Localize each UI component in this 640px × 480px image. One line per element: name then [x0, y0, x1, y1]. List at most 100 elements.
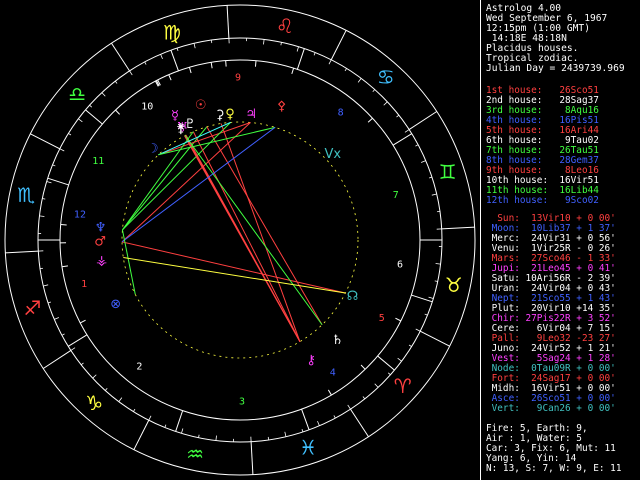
aspect-line — [121, 126, 276, 243]
degree-tick — [424, 313, 428, 316]
info-panel: Astrolog 4.00 Wed September 6, 1967 12:15p… — [480, 0, 640, 480]
degree-tick — [39, 215, 45, 217]
planet-row: Vert: 9Can26 + 0 00' — [486, 403, 616, 414]
degree-tick — [198, 434, 200, 438]
house-number: 6 — [397, 260, 403, 271]
sign-boundary — [441, 226, 475, 230]
degree-tick — [47, 301, 52, 304]
aspect-line — [121, 241, 346, 294]
planet-tick — [360, 364, 366, 370]
zodiac-sign-icon: ♊ — [439, 160, 457, 184]
house-number: 3 — [239, 396, 245, 407]
house-cusp-line — [175, 410, 184, 432]
degree-tick — [415, 144, 419, 147]
sign-boundary — [111, 42, 130, 72]
planet-icon: Vx — [324, 147, 341, 162]
chart-wheel: ♈♉♊♋♌♍♎♏♐♑♒ ♓ 123456789101112 ☉☽☿ ♀♂♃♄♅♆♇⚷… — [4, 4, 476, 476]
degree-tick — [317, 420, 320, 426]
house-row: 12th house: 9Sco02 — [486, 195, 599, 206]
planet-icon: ⚳ — [215, 108, 225, 123]
degree-tick — [374, 383, 379, 388]
house-cusp-line — [47, 177, 69, 186]
house-cusp-line — [85, 109, 103, 125]
degree-tick — [428, 296, 434, 299]
planet-tick — [210, 62, 213, 69]
sign-boundary — [226, 5, 230, 39]
house-cusp-line — [377, 355, 395, 371]
degree-tick — [42, 198, 46, 200]
planet-icon: ☉ — [195, 98, 207, 113]
zodiac-sign-icon: ♏ — [17, 183, 35, 207]
planet-tick — [168, 74, 172, 81]
degree-tick — [43, 284, 49, 287]
sign-boundary — [133, 419, 150, 450]
planet-tick — [254, 60, 257, 67]
zodiac-sign-icon: ♐ — [23, 296, 41, 320]
sign-boundary — [5, 250, 39, 254]
planet-tick — [188, 67, 192, 74]
degree-tick — [397, 357, 402, 362]
degree-tick — [215, 435, 217, 441]
planet-icon: ♀ — [225, 107, 235, 122]
planet-tick — [395, 317, 402, 322]
degree-tick — [435, 263, 441, 265]
sign-boundary — [330, 30, 347, 61]
sign-boundary — [250, 441, 254, 475]
degree-tick — [68, 133, 72, 136]
house-cusp-line — [296, 48, 305, 70]
degree-tick — [328, 59, 332, 65]
planet-icon: ♆ — [95, 220, 107, 235]
degree-tick — [92, 374, 97, 379]
degree-tick — [387, 372, 391, 376]
planet-icon: ⚶ — [96, 253, 107, 268]
planet-tick — [327, 389, 332, 396]
planet-tick — [115, 109, 120, 115]
wheel-ring — [59, 59, 421, 421]
degree-tick — [415, 328, 421, 332]
aspect-line — [158, 121, 251, 156]
degree-tick — [52, 164, 56, 167]
house-number: 4 — [330, 367, 336, 378]
zodiac-sign-icon: ♋ — [377, 65, 395, 89]
degree-tick — [61, 333, 65, 336]
degree-tick — [408, 344, 412, 347]
house-number: 7 — [393, 190, 399, 201]
aspect-line — [123, 257, 346, 294]
degree-tick — [344, 68, 347, 72]
zodiac-sign-icon: ♒ — [186, 442, 204, 466]
degree-tick — [193, 43, 196, 49]
degree-tick — [104, 387, 108, 391]
zodiac-sign-icon: ♈ — [394, 374, 412, 398]
degree-tick — [148, 415, 152, 421]
house-cusp-line — [68, 334, 88, 347]
planet-icon: ⚴ — [277, 99, 287, 114]
house-number: 5 — [379, 313, 385, 324]
house-cusp-line — [301, 408, 310, 430]
planet-icon: ♃ — [245, 107, 257, 122]
degree-tick — [176, 47, 179, 52]
planet-icon: ⊗ — [110, 297, 121, 312]
zodiac-sign-icon: ♓ — [299, 436, 317, 460]
degree-tick — [431, 193, 437, 196]
degree-tick — [362, 396, 366, 400]
degree-tick — [296, 46, 299, 52]
planet-tick — [61, 265, 69, 268]
zodiac-sign-icon: ♑ — [85, 391, 103, 415]
degree-tick — [164, 424, 167, 428]
degree-tick — [347, 404, 351, 410]
house-number: 11 — [92, 156, 104, 167]
planet-icon: ☽ — [147, 142, 159, 157]
zodiac-sign-icon: ♍ — [163, 20, 181, 44]
sign-boundary — [408, 111, 438, 130]
degree-tick — [383, 101, 388, 106]
degree-tick — [372, 89, 376, 93]
planet-glyphs: ☉☽☿ ♀♂♃♄♅♆♇⚷⚳⚴⚵⚶☊⊗Vx — [60, 60, 402, 396]
degree-tick — [118, 397, 123, 402]
header-line: Julian Day = 2439739.969 — [486, 63, 625, 74]
aspect-line — [184, 135, 323, 326]
sign-boundary — [30, 133, 61, 150]
degree-tick — [313, 52, 316, 56]
house-cusp-line — [411, 294, 433, 303]
degree-tick — [78, 118, 83, 123]
degree-tick — [404, 129, 410, 133]
